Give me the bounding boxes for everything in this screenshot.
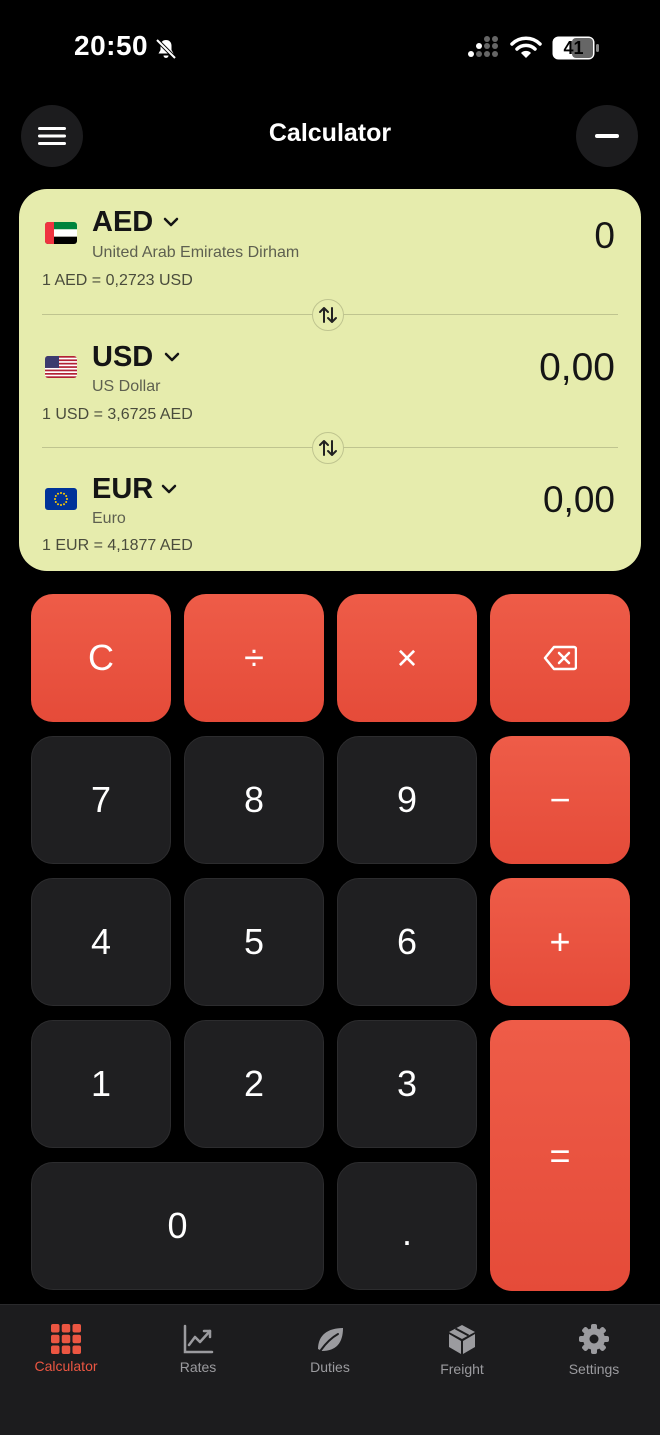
clear-key[interactable]: C xyxy=(31,594,171,722)
tab-label: Rates xyxy=(179,1359,217,1375)
digit-6-key[interactable]: 6 xyxy=(337,878,477,1006)
digit-1-key[interactable]: 1 xyxy=(31,1020,171,1148)
currency-code[interactable]: AED xyxy=(92,206,153,239)
eu-flag-icon xyxy=(45,488,77,510)
currency-row-usd[interactable]: USD US Dollar 1 USD = 3,6725 AED 0,00 xyxy=(19,319,641,444)
currency-converter-card: AED United Arab Emirates Dirham 1 AED = … xyxy=(19,189,641,571)
tab-label: Calculator xyxy=(34,1358,98,1374)
equals-key[interactable]: = xyxy=(490,1020,630,1291)
digit-7-key[interactable]: 7 xyxy=(31,736,171,864)
amount-value[interactable]: 0 xyxy=(594,215,615,257)
battery-level: 41 xyxy=(563,38,584,58)
collapse-button[interactable] xyxy=(576,105,638,167)
exchange-rate: 1 AED = 0,2723 USD xyxy=(42,272,193,289)
tab-bar: Calculator Rates Duties Freight Settings xyxy=(0,1304,660,1435)
tab-rates[interactable]: Rates xyxy=(132,1305,264,1395)
chart-icon xyxy=(183,1324,214,1354)
battery-icon: 41 xyxy=(552,36,600,60)
backspace-icon xyxy=(543,645,577,671)
currency-row-eur[interactable]: EUR Euro 1 EUR = 4,1877 AED 0,00 xyxy=(19,451,641,571)
multiply-key[interactable]: × xyxy=(337,594,477,722)
tab-freight[interactable]: Freight xyxy=(396,1305,528,1395)
digit-3-key[interactable]: 3 xyxy=(337,1020,477,1148)
currency-code[interactable]: USD xyxy=(92,341,153,374)
digit-8-key[interactable]: 8 xyxy=(184,736,324,864)
decimal-key[interactable]: . xyxy=(337,1162,477,1290)
currency-row-aed[interactable]: AED United Arab Emirates Dirham 1 AED = … xyxy=(19,189,641,309)
digit-5-key[interactable]: 5 xyxy=(184,878,324,1006)
digit-4-key[interactable]: 4 xyxy=(31,878,171,1006)
currency-name: Euro xyxy=(92,510,126,527)
bell-off-icon xyxy=(155,38,177,60)
tab-duties[interactable]: Duties xyxy=(264,1305,396,1395)
exchange-rate: 1 EUR = 4,1877 AED xyxy=(42,537,193,554)
chevron-down-icon[interactable] xyxy=(161,484,177,494)
minus-icon xyxy=(595,134,619,138)
amount-value[interactable]: 0,00 xyxy=(539,346,615,390)
exchange-rate: 1 USD = 3,6725 AED xyxy=(42,406,193,423)
digit-2-key[interactable]: 2 xyxy=(184,1020,324,1148)
currency-code[interactable]: EUR xyxy=(92,473,153,506)
amount-value[interactable]: 0,00 xyxy=(543,479,615,521)
tab-calculator[interactable]: Calculator xyxy=(0,1305,132,1395)
digit-9-key[interactable]: 9 xyxy=(337,736,477,864)
plus-key[interactable]: + xyxy=(490,878,630,1006)
signal-icon xyxy=(468,36,498,57)
backspace-key[interactable] xyxy=(490,594,630,722)
digit-0-key[interactable]: 0 xyxy=(31,1162,324,1290)
chevron-down-icon[interactable] xyxy=(163,217,179,227)
divide-key[interactable]: ÷ xyxy=(184,594,324,722)
wifi-icon xyxy=(510,36,542,58)
currency-name: US Dollar xyxy=(92,378,161,395)
uae-flag-icon xyxy=(45,222,77,244)
us-flag-icon xyxy=(45,356,77,378)
page-title: Calculator xyxy=(268,119,392,147)
gear-icon xyxy=(579,1324,609,1354)
grid-icon xyxy=(51,1324,81,1354)
currency-name: United Arab Emirates Dirham xyxy=(92,244,300,261)
tab-settings[interactable]: Settings xyxy=(528,1305,660,1395)
tab-label: Freight xyxy=(440,1361,484,1377)
status-time: 20:50 xyxy=(74,30,149,61)
tab-label: Settings xyxy=(568,1361,620,1377)
minus-key[interactable]: − xyxy=(490,736,630,864)
package-icon xyxy=(449,1325,475,1354)
tab-label: Duties xyxy=(310,1359,350,1375)
leaf-icon xyxy=(318,1328,343,1351)
chevron-down-icon[interactable] xyxy=(164,352,180,362)
